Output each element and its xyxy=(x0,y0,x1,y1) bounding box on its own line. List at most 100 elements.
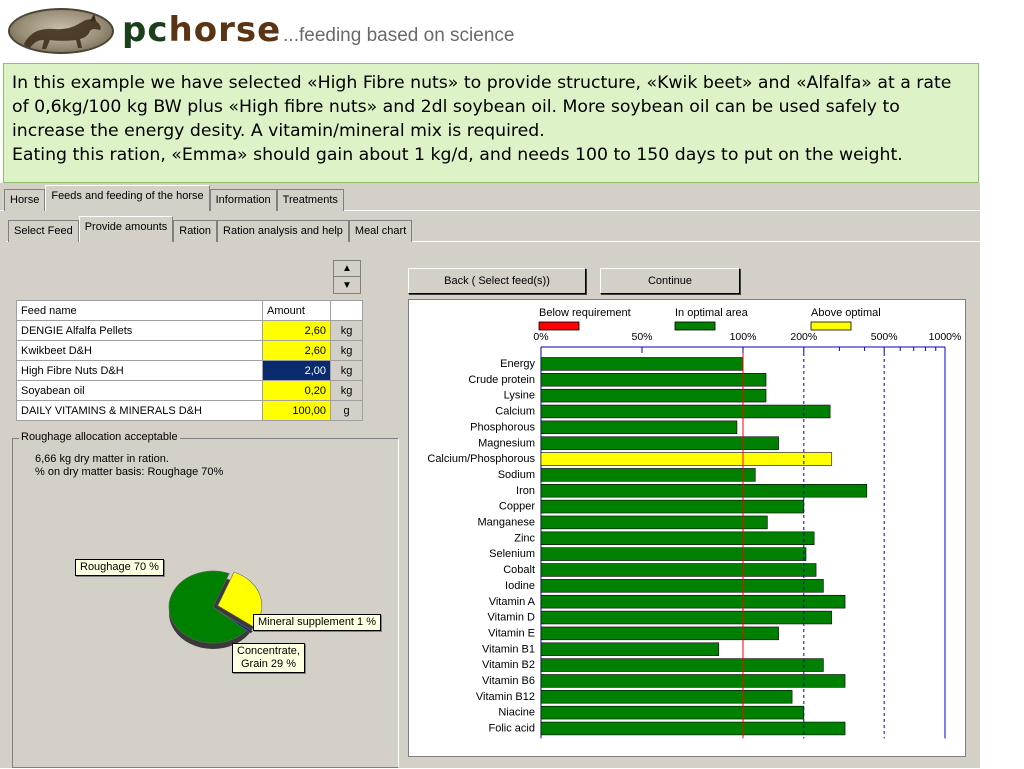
tab-ration[interactable]: Ration xyxy=(173,220,218,242)
tab-information[interactable]: Information xyxy=(209,189,277,211)
back-select-feeds-button[interactable]: Back ( Select feed(s)) xyxy=(408,268,586,294)
bar-category-label: Manganese xyxy=(478,517,536,529)
amount-header: Amount xyxy=(262,300,331,321)
amount-cell[interactable]: 2,60 xyxy=(262,340,331,361)
bar-category-label: Copper xyxy=(499,501,535,513)
bar-category-label: Vitamin E xyxy=(488,627,535,639)
unit-cell: g xyxy=(330,400,363,421)
bar-category-label: Calcium xyxy=(495,406,535,418)
amount-spinner[interactable]: ▲ ▼ xyxy=(333,260,361,294)
continue-button[interactable]: Continue xyxy=(600,268,740,294)
app-window: Horse Feeds and feeding of the horse Inf… xyxy=(0,183,980,768)
unit-cell: kg xyxy=(330,320,363,341)
unit-cell: kg xyxy=(330,340,363,361)
axis-tick-label: 100% xyxy=(730,331,757,343)
tab-provide-amounts[interactable]: Provide amounts xyxy=(78,216,174,242)
amount-cell[interactable]: 100,00 xyxy=(262,400,331,421)
spinner-up-icon[interactable]: ▲ xyxy=(334,261,360,277)
roughage-pie-chart xyxy=(168,570,263,649)
caption-paragraph-1: In this example we have selected «High F… xyxy=(12,73,952,141)
pie-label-mineral: Mineral supplement 1 % xyxy=(253,614,382,631)
table-row[interactable]: DAILY VITAMINS & MINERALS D&H 100,00 g xyxy=(16,400,363,421)
feed-name-header: Feed name xyxy=(16,300,263,321)
nutrient-bar xyxy=(540,642,720,656)
bar-category-label: Sodium xyxy=(498,469,535,481)
bar-category-label: Lysine xyxy=(504,390,535,402)
tab-horse[interactable]: Horse xyxy=(4,189,46,211)
bar-category-label: Folic acid xyxy=(489,723,535,735)
horse-logo-icon xyxy=(8,8,114,54)
caption-paragraph-2: Eating this ration, «Emma» should gain a… xyxy=(12,145,903,165)
nutrient-bar xyxy=(540,468,756,482)
amount-cell-selected[interactable]: 2,00 xyxy=(262,360,331,381)
bar-category-label: Zinc xyxy=(514,532,535,544)
unit-cell: kg xyxy=(330,360,363,381)
nutrient-bar xyxy=(540,547,807,561)
nutrient-bar xyxy=(540,452,833,466)
nutrient-bar xyxy=(540,579,824,593)
tab-feeds-and-feeding[interactable]: Feeds and feeding of the horse xyxy=(45,185,210,211)
feed-name-cell: DENGIE Alfalfa Pellets xyxy=(16,320,263,341)
feed-amount-table: Feed name Amount DENGIE Alfalfa Pellets … xyxy=(16,300,363,421)
nutrient-bar xyxy=(540,690,793,704)
nutrient-bar xyxy=(540,373,767,387)
legend-label: Below requirement xyxy=(539,307,631,319)
bar-category-label: Phosphorous xyxy=(470,421,535,433)
bar-category-label: Iron xyxy=(516,485,535,497)
bar-category-label: Energy xyxy=(500,358,535,370)
brand-logo: pchorse ...feeding based on science xyxy=(122,10,514,50)
bar-category-label: Vitamin B12 xyxy=(476,691,535,703)
bar-category-label: Niacine xyxy=(498,707,535,719)
nutrient-bar xyxy=(540,594,846,609)
nutrient-bar xyxy=(540,388,767,403)
nutrient-bar xyxy=(540,721,846,736)
unit-cell: kg xyxy=(330,380,363,401)
legend-swatch xyxy=(538,321,580,331)
nutrient-bar xyxy=(540,404,831,419)
table-header-row: Feed name Amount xyxy=(16,300,363,321)
axis-tick-label: 1000% xyxy=(929,331,962,343)
pie-label-concentrate-line2: Grain 29 % xyxy=(240,658,296,670)
nutrient-bar xyxy=(540,484,868,498)
table-row[interactable]: Kwikbeet D&H 2,60 kg xyxy=(16,340,363,361)
brand-horse: horse xyxy=(168,10,282,50)
sub-tabs: Select Feed Provide amounts Ration Ratio… xyxy=(8,216,413,242)
bar-category-label: Vitamin D xyxy=(488,612,536,624)
nutrient-bar xyxy=(540,420,738,435)
nutrient-bar xyxy=(540,705,805,720)
pie-label-roughage: Roughage 70 % xyxy=(75,559,164,576)
axis-tick-label: 500% xyxy=(871,331,898,343)
legend-swatch xyxy=(810,321,852,331)
bar-category-label: Selenium xyxy=(489,548,535,560)
bar-category-label: Magnesium xyxy=(478,437,535,449)
nutrient-bar xyxy=(540,674,846,688)
feed-name-cell: Soyabean oil xyxy=(16,380,263,401)
unit-header xyxy=(330,300,363,321)
bar-category-label: Cobalt xyxy=(503,564,535,576)
main-tabs: Horse Feeds and feeding of the horse Inf… xyxy=(4,185,344,211)
legend-label: Above optimal xyxy=(811,307,881,319)
bar-category-label: Vitamin B6 xyxy=(482,675,535,687)
amount-cell[interactable]: 2,60 xyxy=(262,320,331,341)
feed-name-cell: High Fibre Nuts D&H xyxy=(16,360,263,381)
legend-swatch xyxy=(674,321,716,331)
table-row[interactable]: Soyabean oil 0,20 kg xyxy=(16,380,363,401)
bar-category-label: Vitamin A xyxy=(489,596,536,608)
tab-meal-chart[interactable]: Meal chart xyxy=(348,220,413,242)
table-row[interactable]: High Fibre Nuts D&H 2,00 kg xyxy=(16,360,363,381)
spinner-down-icon[interactable]: ▼ xyxy=(334,277,360,293)
axis-tick-label: 0% xyxy=(533,331,548,343)
nutrient-bar xyxy=(540,610,833,625)
table-row[interactable]: DENGIE Alfalfa Pellets 2,60 kg xyxy=(16,320,363,341)
bar-category-label: Vitamin B1 xyxy=(482,643,535,655)
nutrient-bar xyxy=(540,515,768,530)
legend-label: In optimal area xyxy=(675,307,749,319)
bar-category-label: Vitamin B2 xyxy=(482,659,535,671)
tab-ration-analysis[interactable]: Ration analysis and help xyxy=(217,220,349,242)
amount-cell[interactable]: 0,20 xyxy=(262,380,331,401)
roughage-groupbox: Roughage allocation acceptable 6,66 kg d… xyxy=(12,431,399,768)
tab-treatments[interactable]: Treatments xyxy=(276,189,344,211)
tab-select-feed[interactable]: Select Feed xyxy=(8,220,79,242)
feed-name-cell: DAILY VITAMINS & MINERALS D&H xyxy=(16,400,263,421)
brand-pc: pc xyxy=(122,10,169,50)
